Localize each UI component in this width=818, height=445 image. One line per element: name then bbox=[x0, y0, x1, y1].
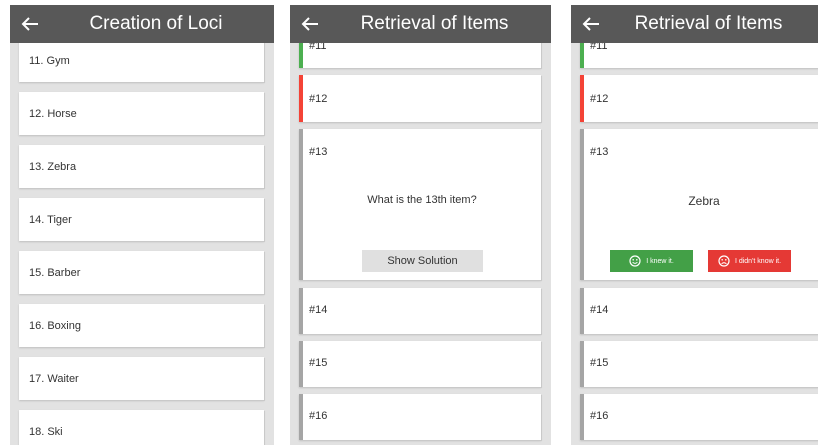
item-list: #11 #12 #13 What is the 13th item? Show … bbox=[290, 5, 551, 445]
locus-item[interactable]: 17. Waiter bbox=[19, 357, 264, 400]
locus-label: 16. Boxing bbox=[29, 319, 81, 332]
back-button[interactable] bbox=[571, 5, 611, 43]
screen-retrieval-answer: Retrieval of Items #11 #12 #13 Zebra I k… bbox=[571, 5, 818, 445]
arrow-left-icon bbox=[582, 17, 599, 31]
back-button[interactable] bbox=[10, 5, 50, 43]
item-card[interactable]: #15 bbox=[580, 341, 818, 387]
app-bar: Retrieval of Items bbox=[290, 5, 551, 43]
locus-item[interactable]: 13. Zebra bbox=[19, 145, 264, 188]
question-text: What is the 13th item? bbox=[367, 194, 477, 206]
item-number: #13 bbox=[309, 146, 328, 158]
item-number: #13 bbox=[590, 146, 609, 158]
item-number: #15 bbox=[309, 357, 328, 369]
loci-list: 11. Gym 12. Horse 13. Zebra 14. Tiger 15… bbox=[10, 5, 274, 445]
locus-item[interactable]: 15. Barber bbox=[19, 251, 264, 294]
knew-it-button[interactable]: I knew it. bbox=[610, 250, 693, 272]
screen-retrieval-question: Retrieval of Items #11 #12 #13 What is t… bbox=[290, 5, 551, 445]
locus-label: 11. Gym bbox=[29, 54, 70, 67]
didnt-know-label: I didn't know it. bbox=[734, 257, 782, 265]
item-number: #16 bbox=[590, 410, 609, 422]
item-card-active[interactable]: #13 What is the 13th item? Show Solution bbox=[299, 129, 541, 280]
item-card[interactable]: #12 bbox=[299, 75, 541, 122]
app-bar: Creation of Loci bbox=[10, 5, 274, 43]
locus-label: 13. Zebra bbox=[29, 160, 77, 173]
knew-it-label: I knew it. bbox=[646, 257, 674, 265]
locus-label: 14. Tiger bbox=[29, 213, 72, 226]
screen-title: Retrieval of Items bbox=[634, 13, 783, 34]
arrow-left-icon bbox=[301, 17, 318, 31]
didnt-know-button[interactable]: I didn't know it. bbox=[708, 250, 791, 272]
item-card[interactable]: #12 bbox=[580, 75, 818, 122]
app-bar: Retrieval of Items bbox=[571, 5, 818, 43]
arrow-left-icon bbox=[21, 17, 38, 31]
item-number: #16 bbox=[309, 410, 328, 422]
locus-label: 17. Waiter bbox=[29, 372, 79, 385]
show-solution-button[interactable]: Show Solution bbox=[362, 250, 483, 272]
locus-item[interactable]: 11. Gym bbox=[19, 39, 264, 82]
locus-item[interactable]: 18. Ski bbox=[19, 410, 264, 445]
item-number: #14 bbox=[590, 304, 609, 316]
item-number: #14 bbox=[309, 304, 328, 316]
item-number: #15 bbox=[590, 357, 609, 369]
sad-icon bbox=[718, 255, 730, 267]
back-button[interactable] bbox=[290, 5, 330, 43]
item-number: #12 bbox=[590, 93, 609, 105]
answer-text: Zebra bbox=[688, 194, 720, 208]
item-card-active[interactable]: #13 Zebra I knew it. I didn't know it. bbox=[580, 129, 818, 280]
locus-label: 18. Ski bbox=[29, 425, 63, 438]
screen-title: Retrieval of Items bbox=[360, 13, 509, 34]
smile-icon bbox=[629, 255, 641, 267]
item-number: #12 bbox=[309, 93, 328, 105]
item-card[interactable]: #16 bbox=[299, 394, 541, 440]
screen-title: Creation of Loci bbox=[89, 13, 223, 34]
item-card[interactable]: #16 bbox=[580, 394, 818, 440]
item-list: #11 #12 #13 Zebra I knew it. I didn't kn… bbox=[571, 5, 818, 445]
item-card[interactable]: #14 bbox=[580, 288, 818, 334]
locus-label: 12. Horse bbox=[29, 107, 77, 120]
locus-label: 15. Barber bbox=[29, 266, 81, 279]
screen-creation-of-loci: Creation of Loci 11. Gym 12. Horse 13. Z… bbox=[10, 5, 274, 445]
item-card[interactable]: #15 bbox=[299, 341, 541, 387]
locus-item[interactable]: 12. Horse bbox=[19, 92, 264, 135]
locus-item[interactable]: 16. Boxing bbox=[19, 304, 264, 347]
item-card[interactable]: #14 bbox=[299, 288, 541, 334]
locus-item[interactable]: 14. Tiger bbox=[19, 198, 264, 241]
